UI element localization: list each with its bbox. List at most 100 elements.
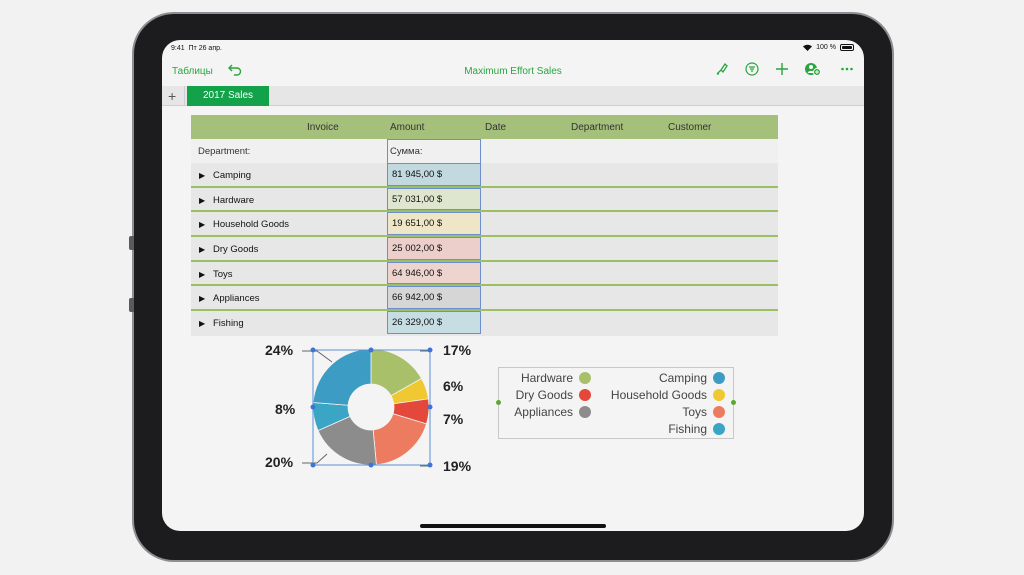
pie-slice-toys[interactable]	[372, 413, 427, 466]
legend-swatch	[713, 372, 725, 384]
disclosure-arrow-icon[interactable]: ▶	[199, 196, 205, 205]
status-time: 9:41 Пт 26 апр.	[171, 45, 222, 52]
legend-item: Fishing	[668, 422, 725, 436]
pie-slice-fishing[interactable]	[312, 402, 351, 432]
add-sheet-button[interactable]: +	[168, 88, 176, 104]
plus-icon[interactable]	[773, 62, 791, 79]
legend-item: Hardware	[521, 371, 591, 385]
table-row[interactable]: ▶ Household Goods 19 651,00 $	[191, 212, 778, 238]
pct-label-household: 6%	[443, 378, 464, 394]
legend-item: Dry Goods	[516, 388, 591, 402]
leader-line	[302, 350, 333, 363]
more-icon[interactable]	[838, 62, 856, 79]
status-bar: 9:41 Пт 26 апр. 100 %	[162, 40, 864, 58]
selection-handle	[310, 347, 316, 353]
row-department: Appliances	[213, 293, 260, 305]
chart-selection-box	[312, 349, 431, 466]
selection-handle	[368, 462, 374, 468]
selection-handle	[427, 404, 433, 410]
pie-slice-hardware[interactable]	[370, 348, 423, 397]
table-row[interactable]: ▶ Toys 64 946,00 $	[191, 261, 778, 287]
legend-item: Camping	[659, 371, 725, 385]
row-amount[interactable]: 81 945,00 $	[387, 163, 481, 186]
header-date[interactable]: Date	[485, 122, 506, 133]
legend-handle[interactable]	[731, 400, 736, 405]
table-body: ▶ Camping 81 945,00 $ ▶ Hardware 57 031,…	[191, 163, 778, 336]
table-row[interactable]: ▶ Hardware 57 031,00 $	[191, 187, 778, 213]
header-customer[interactable]: Customer	[668, 122, 711, 133]
chart-legend[interactable]: Hardware Dry Goods Appliances Camping Ho…	[496, 367, 736, 439]
wifi-icon	[803, 44, 813, 51]
pie-slice-dry-goods[interactable]	[392, 398, 430, 425]
row-department: Camping	[213, 170, 252, 181]
row-department: Hardware	[213, 194, 255, 206]
legend-label: Household Goods	[610, 388, 707, 402]
table-row[interactable]: ▶ Dry Goods 25 002,00 $	[191, 237, 778, 262]
selection-handle	[368, 347, 374, 353]
header-amount[interactable]: Amount	[390, 122, 424, 133]
amount-column-selection	[387, 139, 481, 163]
legend-label: Fishing	[668, 422, 707, 436]
disclosure-arrow-icon[interactable]: ▶	[199, 245, 205, 254]
header-invoice[interactable]: Invoice	[307, 122, 339, 133]
row-amount[interactable]: 66 942,00 $	[387, 286, 481, 310]
collaborate-icon[interactable]	[804, 62, 822, 79]
selection-handle	[310, 404, 316, 410]
legend-item: Household Goods	[611, 388, 725, 402]
pie-slice-household-goods[interactable]	[390, 377, 429, 405]
table-row[interactable]: ▶ Appliances 66 942,00 $	[191, 286, 778, 312]
row-amount[interactable]: 64 946,00 $	[387, 261, 481, 285]
row-department: Household Goods	[213, 219, 290, 231]
legend-item: Appliances	[514, 405, 591, 419]
legend-swatch	[713, 406, 725, 418]
pct-label-hardware: 17%	[443, 342, 472, 358]
legend-label: Camping	[658, 371, 707, 385]
disclosure-arrow-icon[interactable]: ▶	[199, 220, 205, 229]
home-indicator	[420, 524, 606, 528]
table-header: Invoice Amount Date Department Customer	[191, 115, 778, 139]
legend-label: Toys	[682, 405, 707, 419]
legend-swatch	[579, 389, 591, 401]
table-row[interactable]: ▶ Camping 81 945,00 $	[191, 163, 778, 188]
tab-divider	[184, 86, 185, 106]
status-right: 100 %	[803, 44, 854, 51]
leader-line	[302, 453, 328, 464]
pct-label-camping: 24%	[265, 342, 294, 358]
row-department: Fishing	[213, 318, 244, 330]
selection-handle	[427, 347, 433, 353]
filter-icon[interactable]	[743, 62, 761, 79]
pie-slice-appliances[interactable]	[317, 415, 377, 466]
battery-icon	[840, 44, 854, 51]
legend-swatch	[713, 389, 725, 401]
battery-percent: 100 %	[816, 44, 836, 51]
legend-swatch	[579, 406, 591, 418]
legend-label: Dry Goods	[515, 388, 573, 402]
pct-label-dry-goods: 7%	[443, 411, 464, 427]
row-amount[interactable]: 26 329,00 $	[387, 311, 481, 334]
selection-handle	[310, 462, 316, 468]
table-row[interactable]: ▶ Fishing 26 329,00 $	[191, 311, 778, 336]
legend-label: Hardware	[520, 371, 573, 385]
pie-slice-camping[interactable]	[312, 348, 372, 406]
legend-swatch	[713, 423, 725, 435]
pct-label-appliances: 20%	[265, 454, 294, 470]
tab-2017-sales[interactable]: 2017 Sales	[187, 86, 269, 106]
row-department: Dry Goods	[213, 244, 259, 256]
row-department: Toys	[213, 268, 233, 280]
group-label: Department:	[198, 146, 251, 157]
brush-icon[interactable]	[713, 62, 731, 79]
screen: 9:41 Пт 26 апр. 100 % Таблицы Maximum Ef…	[162, 40, 864, 531]
legend-handle[interactable]	[496, 400, 501, 405]
header-department[interactable]: Department	[571, 122, 623, 133]
disclosure-arrow-icon[interactable]: ▶	[199, 270, 205, 279]
row-amount[interactable]: 19 651,00 $	[387, 212, 481, 236]
disclosure-arrow-icon[interactable]: ▶	[199, 294, 205, 303]
legend-swatch	[579, 372, 591, 384]
row-amount[interactable]: 57 031,00 $	[387, 187, 481, 211]
legend-label: Appliances	[514, 405, 573, 419]
disclosure-arrow-icon[interactable]: ▶	[199, 171, 205, 180]
toolbar: Таблицы Maximum Effort Sales	[162, 58, 864, 84]
sheet-tab-bar: + 2017 Sales	[162, 86, 864, 106]
row-amount[interactable]: 25 002,00 $	[387, 237, 481, 260]
disclosure-arrow-icon[interactable]: ▶	[199, 319, 205, 328]
